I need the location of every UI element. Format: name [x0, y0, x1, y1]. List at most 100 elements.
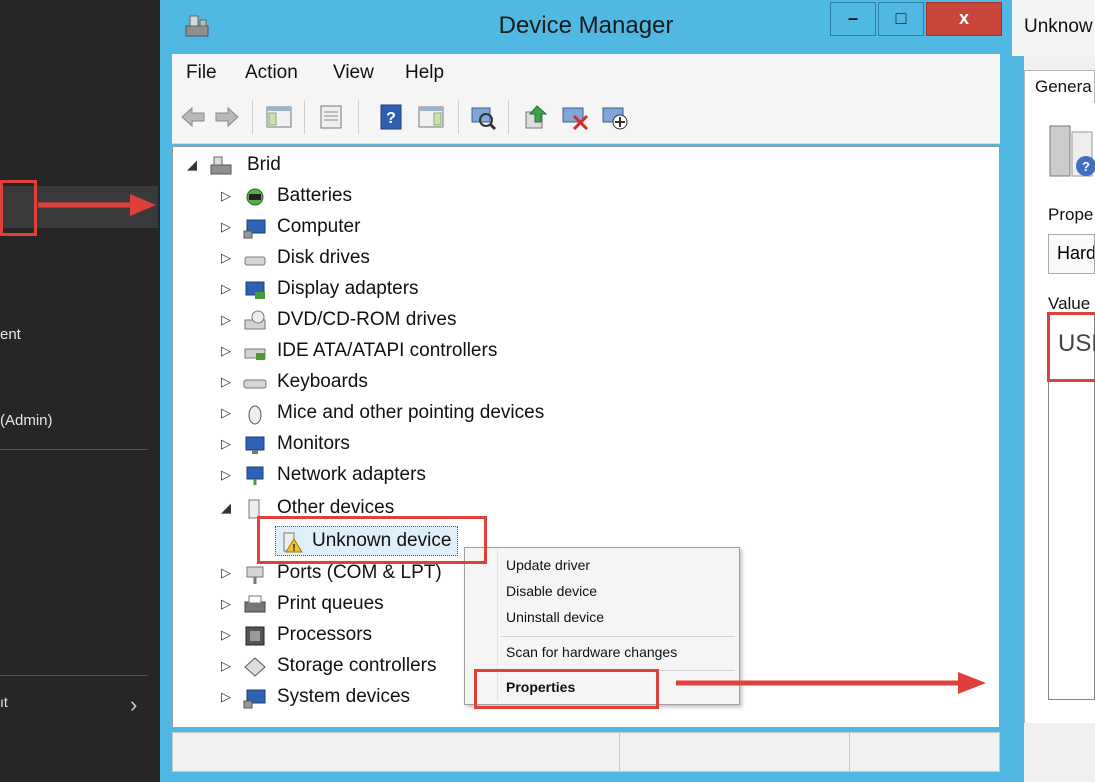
tree-root-label: Brid [247, 154, 281, 175]
ide-controller-icon [243, 341, 267, 363]
monitor-icon [243, 434, 267, 456]
annotation-box [474, 669, 659, 709]
expand-icon[interactable]: ▷ [221, 306, 231, 334]
keyboard-icon [243, 372, 267, 394]
status-pane-divider [619, 733, 620, 771]
port-icon [243, 563, 267, 585]
annotation-box [1047, 312, 1095, 382]
dvd-drive-icon [243, 310, 267, 332]
context-menu-scan-hardware[interactable]: Scan for hardware changes [506, 644, 677, 660]
expand-icon[interactable]: ▷ [221, 275, 231, 303]
power-user-menu-item-shutdown[interactable]: ıt [0, 694, 8, 710]
tree-item-label: Print queues [277, 593, 384, 614]
properties-icon[interactable] [316, 102, 346, 132]
tree-item-label: Batteries [277, 185, 352, 206]
status-bar [172, 732, 1000, 772]
power-user-menu-item-powershell-admin[interactable]: (Admin) [0, 412, 53, 429]
expand-icon[interactable]: ▷ [221, 213, 231, 241]
expand-icon[interactable]: ▷ [221, 368, 231, 396]
tree-item-label: Storage controllers [277, 655, 437, 676]
collapse-icon[interactable]: ◢ [221, 494, 231, 522]
annotation-arrow [38, 194, 156, 216]
value-label: Value [1048, 294, 1091, 313]
tree-item-label: Monitors [277, 433, 350, 454]
maximize-button[interactable]: □ [878, 2, 924, 36]
context-menu-update-driver[interactable]: Update driver [506, 557, 590, 573]
menu-item-label: ent [0, 326, 21, 343]
uninstall-device-icon[interactable] [560, 102, 590, 132]
show-hide-console-tree-icon[interactable] [264, 102, 294, 132]
tree-item-label: IDE ATA/ATAPI controllers [277, 340, 498, 361]
expand-icon[interactable]: ▷ [221, 621, 231, 649]
menu-help[interactable]: Help [405, 62, 444, 84]
properties-title-bar[interactable]: Unknow [1012, 0, 1095, 56]
device-properties-window: Unknow Genera ? Prope Hard Value USE [1012, 0, 1095, 782]
context-menu-separator [501, 636, 735, 637]
battery-icon [243, 186, 267, 208]
status-pane-divider [849, 733, 850, 771]
context-menu-disable-device[interactable]: Disable device [506, 583, 597, 599]
unknown-device-large-icon: ? [1048, 122, 1095, 187]
title-bar[interactable]: Device Manager – □ x [160, 0, 1012, 52]
power-user-menu-item-management[interactable]: ent [0, 326, 21, 343]
close-button[interactable]: x [926, 2, 1002, 36]
storage-controller-icon [243, 656, 267, 678]
menu-view[interactable]: View [333, 62, 374, 84]
help-icon[interactable]: ? [376, 102, 406, 132]
tab-general[interactable]: Genera [1024, 70, 1095, 104]
network-adapter-icon [243, 465, 267, 487]
menu-action[interactable]: Action [245, 62, 298, 84]
tree-item-label: Disk drives [277, 247, 370, 268]
tree-item-label: Network adapters [277, 464, 426, 485]
update-driver-icon[interactable] [522, 102, 552, 132]
expand-icon[interactable]: ▷ [221, 461, 231, 489]
expand-icon[interactable]: ▷ [221, 430, 231, 458]
expand-icon[interactable]: ▷ [221, 683, 231, 711]
property-dropdown[interactable]: Hard [1048, 234, 1095, 274]
expand-icon[interactable]: ▷ [221, 590, 231, 618]
menu-item-label: (Admin) [0, 412, 53, 429]
annotation-box [0, 180, 37, 236]
tree-item-label: Computer [277, 216, 361, 237]
property-label: Prope [1048, 205, 1094, 224]
properties-window-title: Unknow [1024, 16, 1093, 37]
svg-text:?: ? [1082, 159, 1090, 174]
back-icon[interactable] [178, 102, 208, 132]
action-pane-icon[interactable] [416, 102, 446, 132]
expand-icon[interactable]: ▷ [221, 399, 231, 427]
printer-icon [243, 594, 267, 616]
chevron-right-icon: › [130, 692, 138, 717]
minimize-button[interactable]: – [830, 2, 876, 36]
annotation-arrow [676, 672, 986, 694]
toolbar: ? [172, 92, 1000, 144]
expand-icon[interactable]: ▷ [221, 652, 231, 680]
tree-item-label: Display adapters [277, 278, 419, 299]
menu-file[interactable]: File [186, 62, 217, 84]
mouse-icon [243, 403, 267, 425]
menu-bar: File Action View Help [172, 54, 1000, 92]
system-devices-icon [243, 687, 267, 709]
tree-item-label: Processors [277, 624, 373, 645]
tree-item-label: DVD/CD-ROM drives [277, 309, 457, 330]
tree-item-label: Keyboards [277, 371, 368, 392]
expand-icon[interactable]: ▷ [221, 182, 231, 210]
expand-icon[interactable]: ▷ [221, 559, 231, 587]
display-adapter-icon [243, 279, 267, 301]
computer-root-icon [209, 155, 233, 177]
forward-icon[interactable] [212, 102, 242, 132]
context-menu-uninstall-device[interactable]: Uninstall device [506, 609, 604, 625]
disk-drive-icon [243, 248, 267, 270]
computer-icon [243, 217, 267, 239]
annotation-box [257, 516, 487, 564]
scan-hardware-icon[interactable] [468, 102, 498, 132]
add-legacy-hardware-icon[interactable] [600, 102, 630, 132]
collapse-icon[interactable]: ◢ [187, 151, 197, 179]
expand-icon[interactable]: ▷ [221, 337, 231, 365]
tree-item-label: Mice and other pointing devices [277, 402, 545, 423]
desktop: ent (Admin) ıt › Device Manager – □ x Fi [0, 0, 1095, 782]
svg-text:?: ? [386, 110, 396, 127]
menu-separator [0, 675, 148, 676]
tree-item-label: System devices [277, 686, 411, 707]
power-user-menu: ent (Admin) ıt › [0, 0, 160, 782]
expand-icon[interactable]: ▷ [221, 244, 231, 272]
